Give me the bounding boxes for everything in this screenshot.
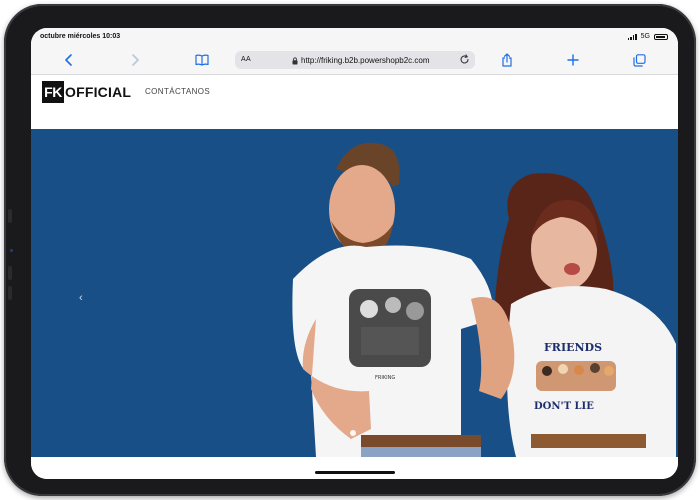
network-label: 5G <box>640 33 650 40</box>
lock-icon <box>292 56 298 64</box>
chevron-right-icon <box>132 54 139 66</box>
signal-icon <box>627 33 637 40</box>
site-header: FK OFFICIAL CONTÁCTANOS <box>31 75 678 129</box>
status-time: octubre miércoles 10:03 <box>40 33 121 40</box>
bookmarks-button[interactable] <box>194 52 210 68</box>
tablet-device: octubre miércoles 10:03 5G AA http://fri… <box>4 4 696 496</box>
url-text: http://friking.b2b.powershopb2c.com <box>301 56 430 65</box>
shirt-left-caption: FRIKING <box>375 375 395 381</box>
url-display[interactable]: http://friking.b2b.powershopb2c.com <box>292 56 430 65</box>
nav-contact-link[interactable]: CONTÁCTANOS <box>145 87 210 96</box>
battery-icon <box>654 33 668 40</box>
status-indicators: 5G <box>627 33 668 40</box>
back-button[interactable] <box>61 52 77 68</box>
reload-button[interactable] <box>459 54 470 67</box>
browser-screen: octubre miércoles 10:03 5G AA http://fri… <box>31 28 678 479</box>
carousel-dot-active[interactable] <box>350 430 356 436</box>
status-bar: octubre miércoles 10:03 5G <box>31 28 678 46</box>
site-logo[interactable]: FK OFFICIAL <box>42 81 131 103</box>
logo-text: OFFICIAL <box>65 84 132 100</box>
share-button[interactable] <box>499 52 515 68</box>
logo-box: FK <box>42 81 64 103</box>
hero-carousel: FRIENDS DON'T LIE FRIKING ‹ <box>31 129 678 457</box>
page-footer-strip <box>31 457 678 479</box>
hero-photo: FRIENDS DON'T LIE FRIKING <box>31 129 678 457</box>
volume-button <box>8 266 12 280</box>
home-indicator[interactable] <box>315 471 395 474</box>
reload-icon <box>460 54 469 64</box>
tabs-icon <box>632 53 646 67</box>
text-size-button[interactable]: AA <box>241 56 251 63</box>
carousel-prev-arrow[interactable]: ‹ <box>79 292 83 304</box>
volume-button <box>8 209 12 223</box>
browser-toolbar: AA http://friking.b2b.powershopb2c.com <box>31 46 678 75</box>
book-icon <box>195 54 209 66</box>
plus-icon <box>567 54 579 66</box>
share-icon <box>502 53 512 67</box>
tabs-overview-button[interactable] <box>631 52 647 68</box>
camera-dot <box>10 249 13 252</box>
shirt-right-line2: DON'T LIE <box>534 401 594 412</box>
volume-button <box>8 286 12 300</box>
chevron-left-icon <box>65 54 72 66</box>
new-tab-button[interactable] <box>565 52 581 68</box>
forward-button[interactable] <box>127 52 143 68</box>
address-bar[interactable]: AA http://friking.b2b.powershopb2c.com <box>235 51 475 69</box>
shirt-right-line1: FRIENDS <box>544 341 602 354</box>
